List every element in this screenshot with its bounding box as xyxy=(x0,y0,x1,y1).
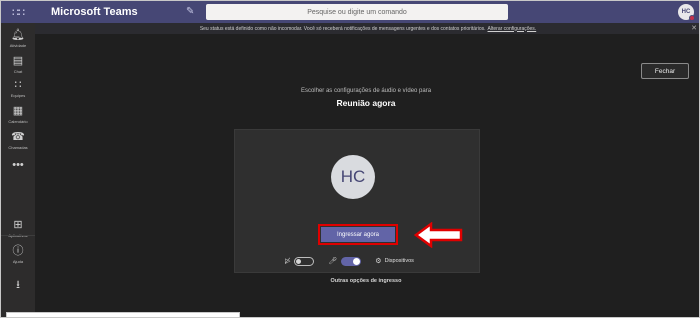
avatar: HC xyxy=(331,155,375,199)
app-title: Microsoft Teams xyxy=(51,6,138,18)
more-icon: ••• xyxy=(12,159,24,171)
rail-item-label: Equipes xyxy=(10,93,26,98)
meeting-title: Reunião agora xyxy=(336,98,396,108)
help-icon: ⓘ xyxy=(12,245,24,257)
calendar-icon: ▦ xyxy=(12,105,24,117)
arrow-left-icon xyxy=(414,222,463,248)
rail-item-label: Chat xyxy=(13,69,23,74)
rail-item-help[interactable]: ⓘ Ajuda xyxy=(1,245,35,264)
prejoin-preview: HC Ingressar agora ▷̸ 🎤︎ ⚙ Dispositivos xyxy=(234,129,480,273)
devices-button[interactable]: Dispositivos xyxy=(385,258,414,264)
microphone-toggle[interactable] xyxy=(341,256,362,266)
choose-settings-text: Escolher as configurações de áudio e víd… xyxy=(300,88,432,94)
microphone-icon: 🎤︎ xyxy=(328,258,338,265)
rail-item-calls[interactable]: ☎ Chamadas xyxy=(1,131,35,150)
bell-icon: 🔔︎ xyxy=(11,29,25,41)
rail-item-label: Calendário xyxy=(8,119,28,124)
other-join-options: Outras opções de ingresso xyxy=(330,278,402,284)
device-controls: ▷̸ 🎤︎ ⚙ Dispositivos xyxy=(285,254,414,268)
camera-off-icon: ▷̸ xyxy=(285,258,291,265)
rail-item-teams[interactable]: ∷ Equipes xyxy=(1,79,35,98)
presence-dnd-icon xyxy=(689,15,695,21)
teams-window: ∷∷ Microsoft Teams ✎ Pesquise ou digite … xyxy=(0,0,700,318)
rail-divider xyxy=(1,235,35,236)
user-avatar[interactable]: HC xyxy=(678,4,695,21)
avatar-initials: HC xyxy=(681,9,691,15)
join-now-button[interactable]: Ingressar agora xyxy=(318,224,398,245)
teams-icon: ∷ xyxy=(14,79,22,91)
rail-item-more[interactable]: ••• xyxy=(1,159,35,171)
download-icon: ⭳ xyxy=(16,279,20,291)
close-button[interactable]: Fechar xyxy=(641,63,689,79)
close-icon[interactable]: ✕ xyxy=(691,23,697,34)
gear-icon: ⚙ xyxy=(375,258,382,265)
search-input[interactable]: Pesquise ou digite um comando xyxy=(206,4,508,20)
rail-item-label: Chamadas xyxy=(8,145,28,150)
phone-icon: ☎ xyxy=(11,131,25,143)
app-launcher-icon[interactable]: ∷∷ xyxy=(1,1,35,23)
status-tooltip xyxy=(6,312,240,317)
rail-item-download[interactable]: ⭳ xyxy=(1,279,35,291)
rail-item-chat[interactable]: ▤ Chat xyxy=(1,55,35,74)
change-settings-link[interactable]: Alterar configurações. xyxy=(488,26,537,32)
status-banner: Seu status está definido como não incomo… xyxy=(35,23,699,34)
rail-item-activity[interactable]: 🔔︎ Atividade xyxy=(1,29,35,48)
camera-toggle[interactable] xyxy=(294,256,315,266)
rail-item-label: Ajuda xyxy=(12,259,24,264)
apps-icon: ⊞ xyxy=(13,219,23,231)
banner-text: Seu status está definido como não incomo… xyxy=(199,25,486,32)
compose-icon[interactable]: ✎ xyxy=(186,6,194,17)
title-bar: ∷∷ Microsoft Teams ✎ Pesquise ou digite … xyxy=(1,1,699,23)
rail-item-calendar[interactable]: ▦ Calendário xyxy=(1,105,35,124)
chat-icon: ▤ xyxy=(12,55,24,67)
rail-item-label: Atividade xyxy=(9,43,27,48)
app-rail: 🔔︎ Atividade ▤ Chat ∷ Equipes ▦ Calendár… xyxy=(1,23,35,317)
